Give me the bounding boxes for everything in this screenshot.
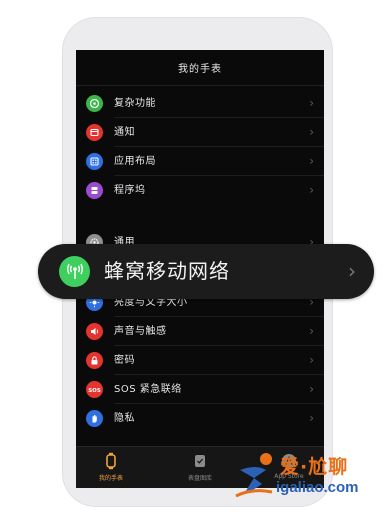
- watermark-brand: 爱·尬聊: [280, 456, 349, 478]
- chevron-right-icon: ›: [309, 382, 314, 396]
- cellular-icon: [59, 256, 90, 287]
- page-title: 我的手表: [178, 64, 222, 75]
- tab-face-gallery[interactable]: 表盘图库: [165, 447, 235, 488]
- chevron-right-icon: ›: [309, 125, 314, 139]
- face-gallery-icon: [195, 455, 205, 467]
- settings-row-privacy[interactable]: 隐私 ›: [76, 404, 324, 433]
- settings-row-label: 声音与触感: [114, 326, 167, 337]
- watermark-logo-icon: [235, 453, 273, 498]
- notifications-icon: [86, 124, 103, 141]
- watch-icon: [106, 452, 116, 470]
- settings-row-label: 复杂功能: [114, 98, 156, 109]
- settings-row-label: SOS 紧急联络: [114, 384, 182, 395]
- chevron-right-icon: ›: [309, 324, 314, 338]
- chevron-right-icon: ›: [309, 154, 314, 168]
- svg-text:SOS: SOS: [88, 388, 101, 394]
- complications-icon: [86, 95, 103, 112]
- chevron-right-icon: ›: [309, 96, 314, 110]
- settings-row-complications[interactable]: 复杂功能 ›: [76, 89, 324, 118]
- overlay-row-label: 蜂窝移动网络: [104, 259, 230, 283]
- settings-row-sos[interactable]: SOS SOS 紧急联络 ›: [76, 375, 324, 404]
- chevron-right-icon: ›: [309, 411, 314, 425]
- settings-row-passcode[interactable]: 密码 ›: [76, 346, 324, 375]
- settings-row-label: 程序坞: [114, 185, 146, 196]
- settings-row-app-layout[interactable]: 应用布局 ›: [76, 147, 324, 176]
- dock-icon: [86, 182, 103, 199]
- settings-row-dock[interactable]: 程序坞 ›: [76, 176, 324, 205]
- app-layout-icon: [86, 153, 103, 170]
- settings-row-label: 通知: [114, 127, 135, 138]
- chevron-right-icon: ›: [309, 183, 314, 197]
- cellular-overlay-row[interactable]: 蜂窝移动网络 ›: [38, 244, 374, 299]
- tab-label: 表盘图库: [187, 475, 212, 482]
- passcode-icon: [86, 352, 103, 369]
- site-watermark: 爱·尬聊 igaliao.com: [232, 446, 382, 504]
- tab-my-watch[interactable]: 我的手表: [76, 447, 146, 488]
- settings-row-label: 隐私: [114, 413, 135, 424]
- privacy-icon: [86, 410, 103, 427]
- sounds-icon: [86, 323, 103, 340]
- settings-row-label: 应用布局: [114, 156, 156, 167]
- sos-icon: SOS: [86, 381, 103, 398]
- chevron-right-icon: ›: [348, 259, 356, 283]
- settings-row-label: 密码: [114, 355, 135, 366]
- chevron-right-icon: ›: [309, 353, 314, 367]
- settings-row-sounds[interactable]: 声音与触感 ›: [76, 317, 324, 346]
- watermark-url: igaliao.com: [276, 479, 359, 496]
- tab-label: 我的手表: [98, 475, 123, 482]
- settings-row-notifications[interactable]: 通知 ›: [76, 118, 324, 147]
- nav-bar: 我的手表: [76, 50, 324, 86]
